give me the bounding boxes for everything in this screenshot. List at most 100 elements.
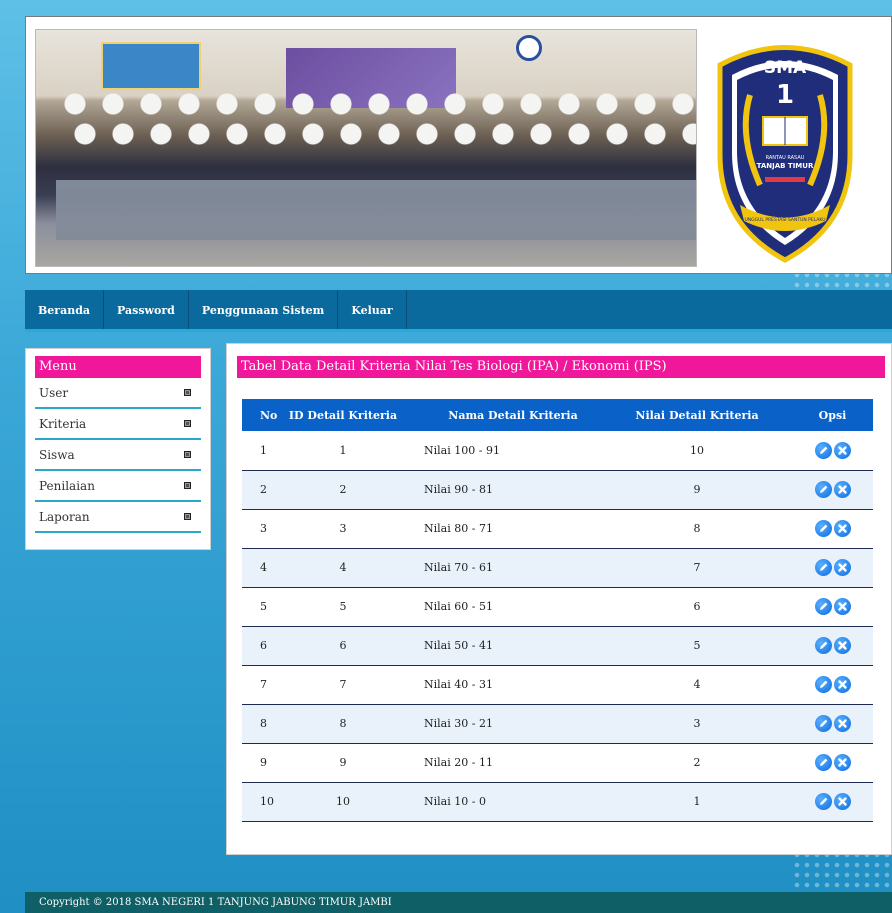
nav-beranda[interactable]: Beranda	[25, 290, 105, 329]
cell-nilai: 4	[693, 678, 701, 691]
edit-pencil-icon[interactable]	[814, 520, 832, 537]
cell-opsi	[792, 509, 873, 548]
cell-no: 4	[260, 561, 267, 574]
cell-opsi	[792, 470, 873, 509]
school-group-photo	[35, 29, 697, 267]
cell-id: 9	[339, 756, 347, 769]
cell-no: 6	[260, 639, 267, 652]
edit-pencil-icon[interactable]	[814, 559, 832, 576]
sidebar-item-kriteria[interactable]: Kriteria	[35, 409, 201, 440]
cell-no: 1	[260, 443, 267, 457]
table-row: 1 1 Nilai 100 - 91 10	[242, 431, 873, 470]
classroom-board	[101, 42, 201, 90]
cell-opsi	[792, 743, 873, 782]
criteria-table: No ID Detail Kriteria Nama Detail Kriter…	[242, 399, 873, 822]
col-header-nilai: Nilai Detail Kriteria	[635, 408, 759, 422]
edit-pencil-icon[interactable]	[814, 676, 832, 693]
cell-opsi	[792, 548, 873, 587]
edit-pencil-icon[interactable]	[814, 793, 832, 810]
table-row: 4 4 Nilai 70 - 61 7	[242, 548, 873, 587]
cell-nama: Nilai 60 - 51	[424, 600, 493, 613]
cell-id: 5	[339, 600, 347, 613]
logo-ribbon-text: UNGGUL PRESTASI SANTUN PELAKU	[744, 217, 825, 223]
cell-opsi	[792, 665, 873, 704]
sidebar-item-siswa[interactable]: Siswa	[35, 440, 201, 471]
logo-sma-text: SMA	[764, 58, 807, 78]
cell-id: 7	[339, 678, 347, 691]
footer: Copyright © 2018 SMA NEGERI 1 TANJUNG JA…	[25, 892, 892, 913]
cell-nilai: 1	[693, 795, 701, 808]
cell-nama: Nilai 50 - 41	[424, 639, 493, 652]
edit-pencil-icon[interactable]	[814, 441, 832, 459]
students-front-row	[66, 122, 696, 146]
sidebar-item-penilaian[interactable]: Penilaian	[35, 471, 201, 502]
bullet-square-icon	[184, 513, 191, 520]
delete-x-icon[interactable]	[833, 793, 851, 810]
cell-opsi	[792, 587, 873, 626]
col-header-no: No	[260, 408, 278, 422]
main-navbar: Beranda Password Penggunaan Sistem Kelua…	[25, 290, 892, 332]
table-header-row: No ID Detail Kriteria Nama Detail Kriter…	[242, 399, 873, 431]
table-row: 3 3 Nilai 80 - 71 8	[242, 509, 873, 548]
cell-nilai: 3	[693, 717, 701, 730]
edit-pencil-icon[interactable]	[814, 754, 832, 771]
cell-nama: Nilai 10 - 0	[424, 795, 486, 808]
delete-x-icon[interactable]	[833, 754, 851, 771]
col-header-opsi: Opsi	[818, 408, 847, 422]
table-row: 10 10 Nilai 10 - 0 1	[242, 782, 873, 821]
cell-nilai: 2	[693, 756, 701, 769]
delete-x-icon[interactable]	[833, 598, 851, 615]
sidebar-item-label: Penilaian	[39, 478, 95, 493]
cell-nilai: 5	[693, 639, 701, 652]
delete-x-icon[interactable]	[833, 441, 851, 459]
nav-password[interactable]: Password	[104, 290, 189, 329]
cell-id: 4	[339, 561, 347, 574]
delete-x-icon[interactable]	[833, 676, 851, 693]
cell-nama: Nilai 70 - 61	[424, 561, 493, 574]
background-dots	[792, 850, 892, 890]
table-row: 7 7 Nilai 40 - 31 4	[242, 665, 873, 704]
edit-pencil-icon[interactable]	[814, 481, 832, 498]
cell-nama: Nilai 30 - 21	[424, 717, 493, 730]
students-back-row	[56, 92, 696, 116]
cell-nilai: 10	[690, 443, 704, 457]
sidebar-item-laporan[interactable]: Laporan	[35, 502, 201, 533]
bullet-square-icon	[184, 451, 191, 458]
table-body: 1 1 Nilai 100 - 91 10 2 2 Nilai 90 - 81 9 3 3 Nila…	[242, 431, 873, 821]
sidebar-item-label: User	[39, 385, 69, 400]
nav-penggunaan-sistem[interactable]: Penggunaan Sistem	[189, 290, 339, 329]
page-title: Tabel Data Detail Kriteria Nilai Tes Bio…	[237, 356, 885, 378]
sidebar-item-label: Kriteria	[39, 416, 87, 431]
edit-pencil-icon[interactable]	[814, 715, 832, 732]
cell-no: 5	[260, 600, 267, 613]
sidebar-item-label: Laporan	[39, 509, 90, 524]
delete-x-icon[interactable]	[833, 481, 851, 498]
delete-x-icon[interactable]	[833, 637, 851, 654]
bullet-square-icon	[184, 389, 191, 396]
cell-id: 2	[339, 483, 347, 496]
cell-id: 8	[339, 717, 347, 730]
nav-keluar[interactable]: Keluar	[338, 290, 407, 329]
edit-pencil-icon[interactable]	[814, 598, 832, 615]
cell-nilai: 9	[693, 483, 701, 496]
cell-nilai: 7	[693, 561, 701, 574]
sidebar-menu: Menu User Kriteria Siswa Penilaian Lapor…	[25, 348, 211, 550]
edit-pencil-icon[interactable]	[814, 637, 832, 654]
cell-no: 7	[260, 678, 267, 691]
header-banner: SMA 1 RANTAU RASAU TANJAB TIMUR UNGGUL P…	[25, 16, 892, 274]
sidebar-item-user[interactable]: User	[35, 378, 201, 409]
cell-opsi	[792, 704, 873, 743]
table-row: 8 8 Nilai 30 - 21 3	[242, 704, 873, 743]
sidebar-item-label: Siswa	[39, 447, 75, 462]
delete-x-icon[interactable]	[833, 559, 851, 576]
cell-no: 8	[260, 717, 267, 730]
copyright-text: Copyright © 2018 SMA NEGERI 1 TANJUNG JA…	[39, 897, 392, 908]
cell-no: 2	[260, 483, 267, 496]
cell-opsi	[792, 626, 873, 665]
delete-x-icon[interactable]	[833, 520, 851, 537]
logo-line1: RANTAU RASAU	[766, 155, 805, 161]
cell-nama: Nilai 80 - 71	[424, 522, 493, 535]
cell-nama: Nilai 90 - 81	[424, 483, 493, 496]
delete-x-icon[interactable]	[833, 715, 851, 732]
cell-opsi	[792, 431, 873, 470]
